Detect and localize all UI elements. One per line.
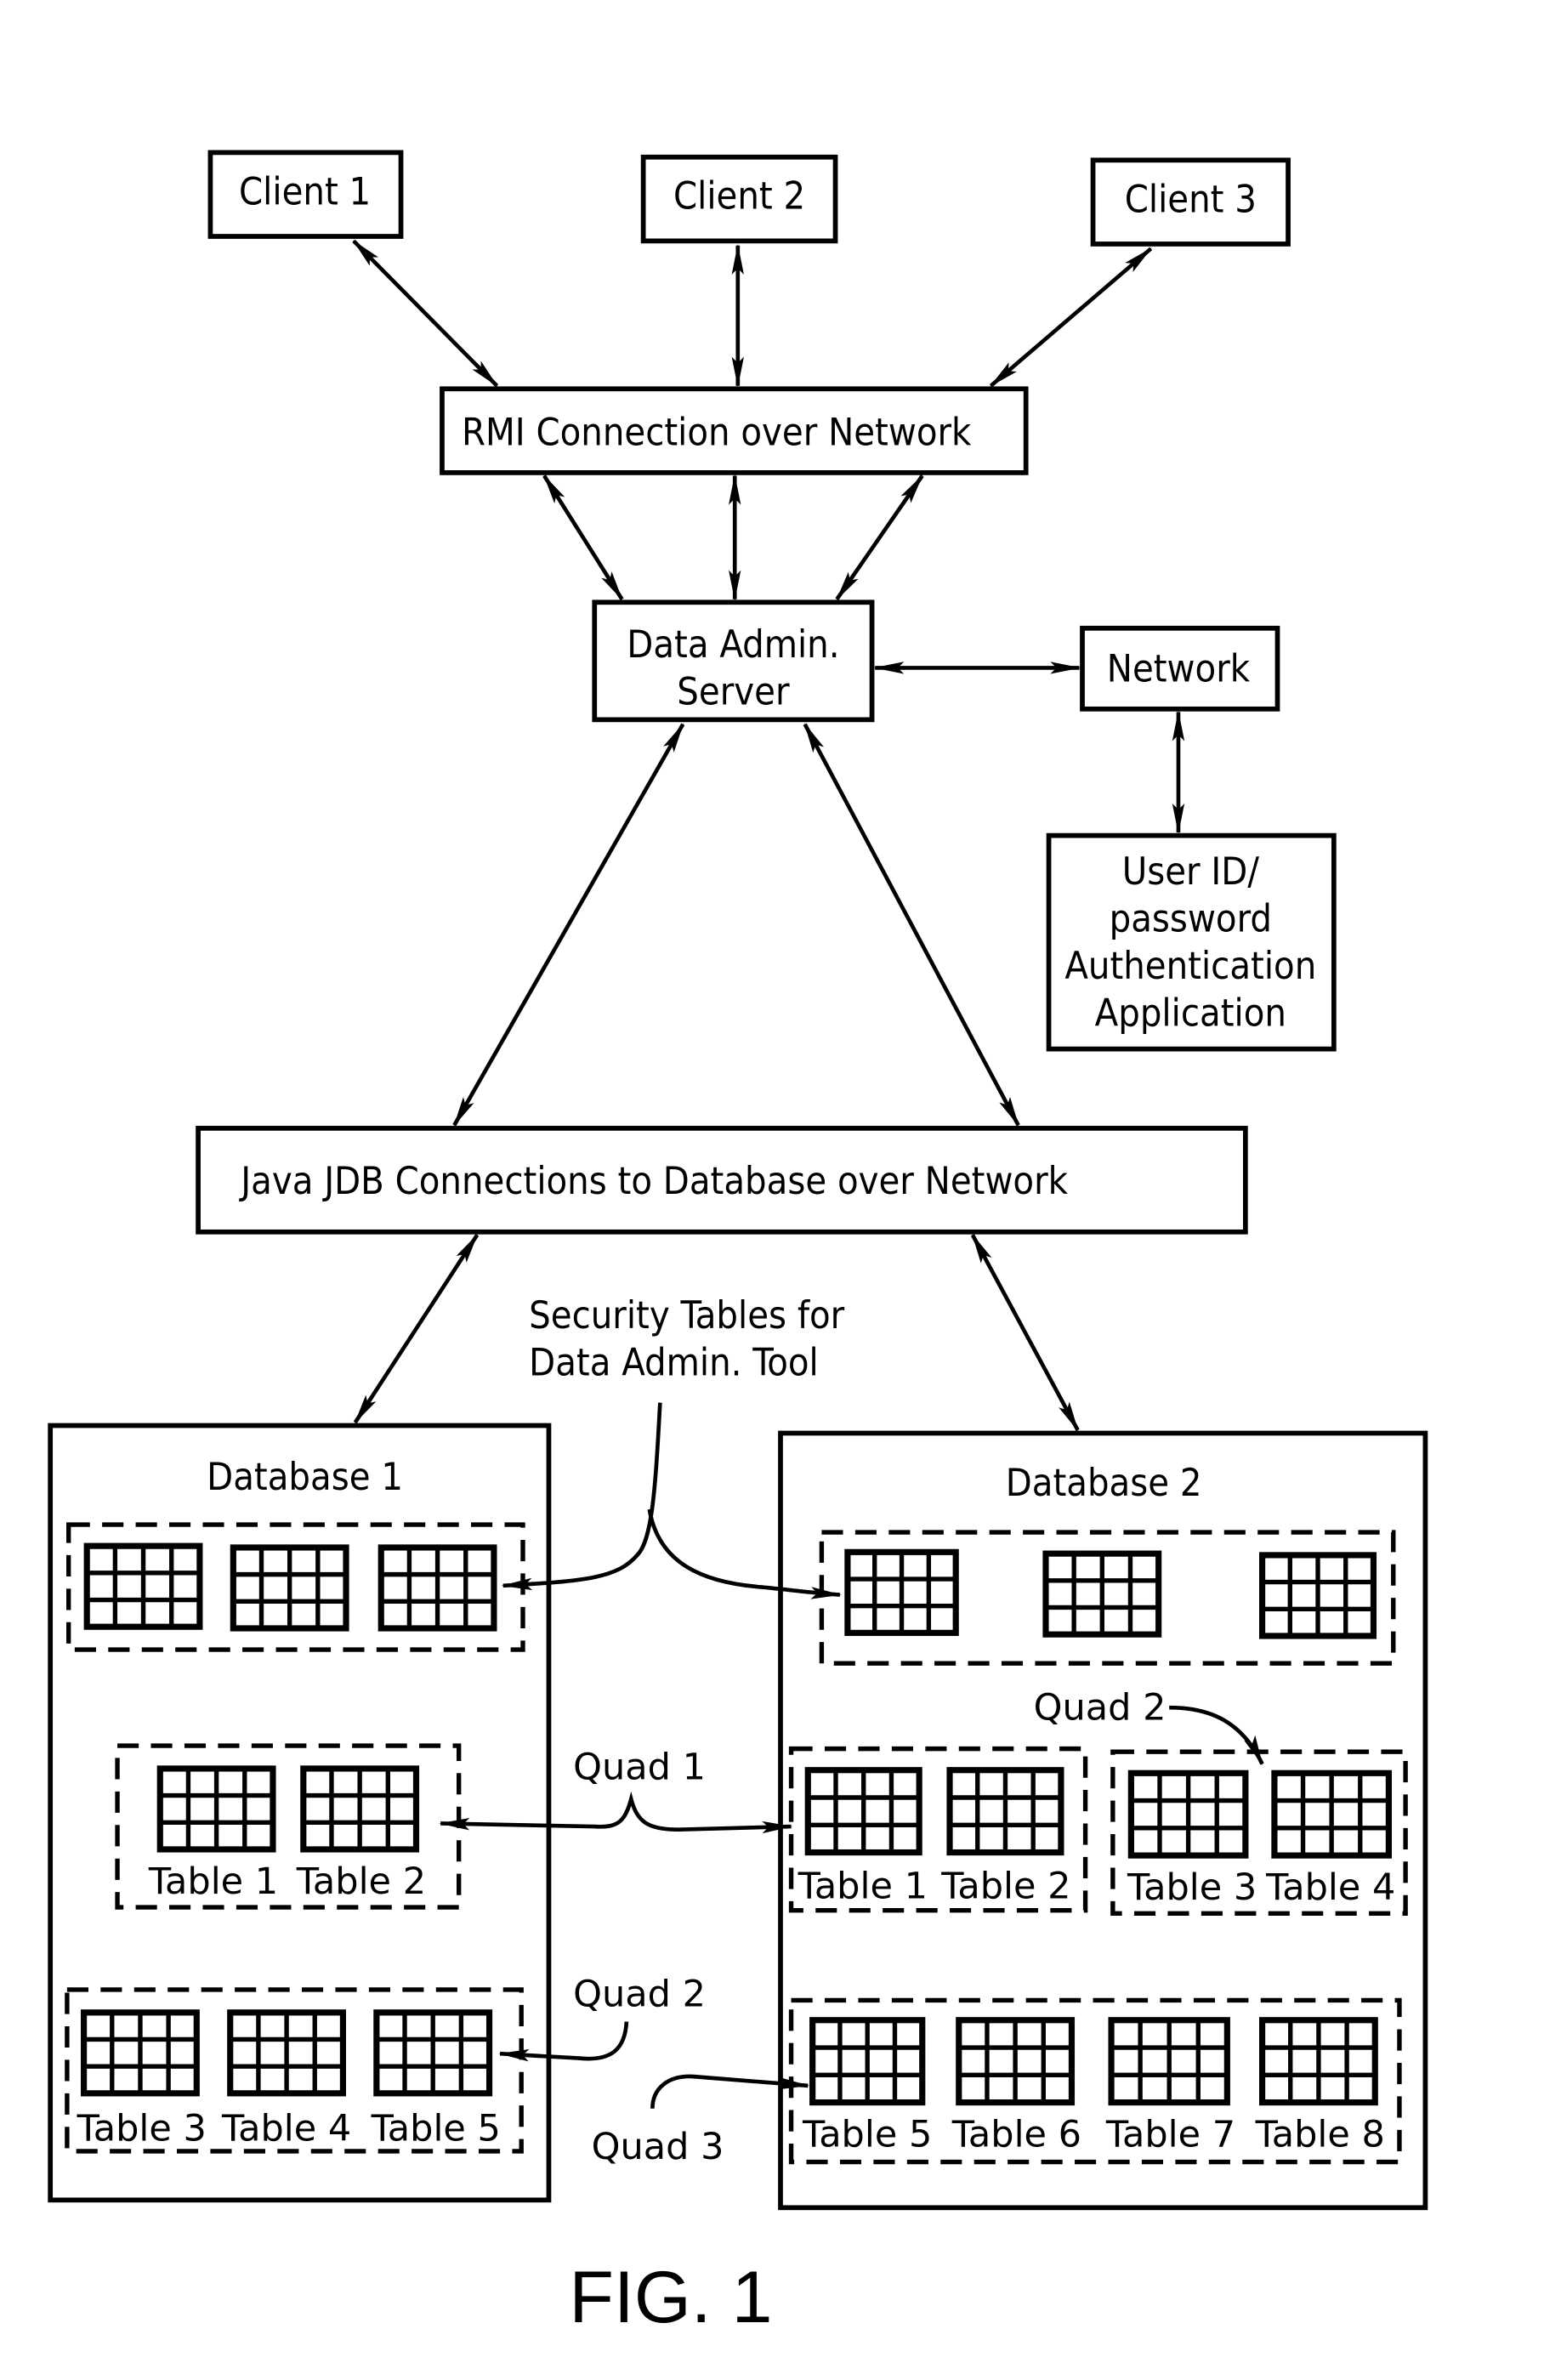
db2-table-1-icon bbox=[804, 1767, 922, 1856]
db1-table-5-icon bbox=[373, 2009, 493, 2097]
rmi-connection-label: RMI Connection over Network bbox=[462, 410, 972, 455]
auth-label-line2: password bbox=[1110, 896, 1272, 941]
data-admin-server-box: Data Admin. Server bbox=[592, 599, 875, 723]
db2-table-5-icon bbox=[809, 2017, 926, 2106]
quad-2-label-left: Quad 2 bbox=[573, 1974, 706, 2016]
db2-table-4-label: Table 4 bbox=[1265, 1866, 1395, 1909]
db1-table-2-icon bbox=[300, 1765, 420, 1853]
arrow-jdb-database2 bbox=[970, 1233, 1080, 1432]
arrow-rmi-server-right bbox=[835, 474, 924, 601]
client-3-box: Client 3 bbox=[1090, 157, 1291, 247]
client-3-label: Client 3 bbox=[1125, 176, 1257, 221]
db1-table-2-label: Table 2 bbox=[296, 1860, 426, 1903]
server-label-line1: Data Admin. bbox=[627, 622, 839, 667]
quad-1-label: Quad 1 bbox=[573, 1746, 706, 1788]
db2-table-4-icon bbox=[1271, 1769, 1392, 1859]
network-box: Network bbox=[1080, 625, 1280, 712]
db1-security-table-1-icon bbox=[83, 1542, 203, 1630]
arrow-rmi-server-left bbox=[542, 474, 624, 601]
db1-table-3-label: Table 3 bbox=[77, 2107, 207, 2150]
arrow-jdb-database1 bbox=[353, 1233, 480, 1424]
db2-table-2-icon bbox=[946, 1767, 1064, 1856]
db2-table-8-icon bbox=[1258, 2017, 1378, 2106]
auth-label-line1: User ID/ bbox=[1122, 849, 1260, 894]
quad-2-label-right: Quad 2 bbox=[1034, 1687, 1166, 1730]
db2-table-7-label: Table 7 bbox=[1105, 2114, 1235, 2156]
arrow-server-jdb-left bbox=[452, 723, 685, 1127]
auth-label-line4: Application bbox=[1095, 991, 1286, 1036]
client-2-box: Client 2 bbox=[640, 154, 838, 244]
client-1-label: Client 1 bbox=[239, 168, 371, 213]
db1-table-4-icon bbox=[227, 2009, 347, 2097]
security-tables-note-line1: Security Tables for bbox=[529, 1292, 845, 1338]
figure-caption: FIG. 1 bbox=[569, 2257, 772, 2338]
database-1-title: Database 1 bbox=[207, 1454, 403, 1499]
db1-table-4-label: Table 4 bbox=[221, 2107, 351, 2150]
db1-table-1-icon bbox=[156, 1765, 276, 1853]
db2-table-8-label: Table 8 bbox=[1255, 2114, 1385, 2156]
arrow-client3-rmi bbox=[989, 247, 1153, 388]
client-1-box: Client 1 bbox=[207, 150, 404, 239]
db1-table-5-label: Table 5 bbox=[371, 2107, 501, 2150]
db2-table-1-label: Table 1 bbox=[798, 1865, 928, 1907]
db2-table-6-label: Table 6 bbox=[951, 2114, 1081, 2156]
system-architecture-diagram: Client 1 Client 2 Client 3 RMI Connectio… bbox=[48, 150, 1428, 2338]
db2-security-table-2-icon bbox=[1042, 1550, 1162, 1638]
arrow-client1-rmi bbox=[352, 239, 499, 388]
rmi-connection-box: RMI Connection over Network bbox=[440, 386, 1029, 475]
db1-table-3-icon bbox=[81, 2009, 200, 2097]
client-2-label: Client 2 bbox=[673, 173, 805, 219]
db2-security-table-1-icon bbox=[844, 1548, 959, 1636]
db2-table-2-label: Table 2 bbox=[940, 1865, 1070, 1907]
database-2-title: Database 2 bbox=[1006, 1460, 1202, 1505]
auth-label-line3: Authentication bbox=[1064, 943, 1316, 988]
jdb-connections-box: Java JDB Connections to Database over Ne… bbox=[196, 1126, 1248, 1235]
quad-3-label: Quad 3 bbox=[592, 2126, 724, 2168]
network-label: Network bbox=[1107, 646, 1251, 691]
db2-table-3-label: Table 3 bbox=[1127, 1866, 1257, 1909]
security-tables-note-line2: Data Admin. Tool bbox=[529, 1339, 819, 1384]
arrow-server-jdb-right bbox=[803, 723, 1020, 1127]
db2-table-7-icon bbox=[1108, 2017, 1230, 2106]
db1-security-table-3-icon bbox=[377, 1544, 497, 1632]
db1-table-1-label: Table 1 bbox=[148, 1860, 278, 1903]
db2-table-5-label: Table 5 bbox=[802, 2114, 932, 2156]
authentication-application-box: User ID/ password Authentication Applica… bbox=[1046, 832, 1337, 1052]
db1-security-table-2-icon bbox=[230, 1544, 349, 1632]
db2-table-6-icon bbox=[956, 2017, 1076, 2106]
jdb-connections-label: Java JDB Connections to Database over Ne… bbox=[238, 1158, 1068, 1203]
db2-table-3-icon bbox=[1127, 1769, 1249, 1859]
db2-security-table-3-icon bbox=[1258, 1552, 1377, 1639]
server-label-line2: Server bbox=[677, 668, 790, 713]
